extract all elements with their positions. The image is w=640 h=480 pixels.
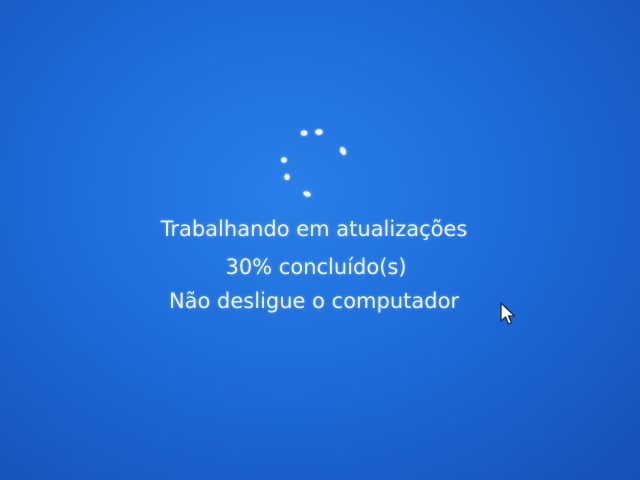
update-screen: Trabalhando em atualizações 30% concluíd… [0, 0, 640, 480]
loading-spinner-icon [270, 120, 360, 210]
spinner-dot [303, 191, 311, 197]
spinner-dot [315, 129, 323, 135]
spinner-dot [340, 147, 346, 155]
spinner-dot [284, 174, 290, 180]
status-text: Trabalhando em atualizações [160, 217, 468, 241]
mouse-pointer-icon [499, 302, 517, 326]
spinner-dot [300, 130, 308, 136]
warning-text: Não desligue o computador [168, 289, 460, 313]
spinner-dot [281, 157, 287, 163]
progress-text: 30% concluído(s) [225, 255, 407, 279]
